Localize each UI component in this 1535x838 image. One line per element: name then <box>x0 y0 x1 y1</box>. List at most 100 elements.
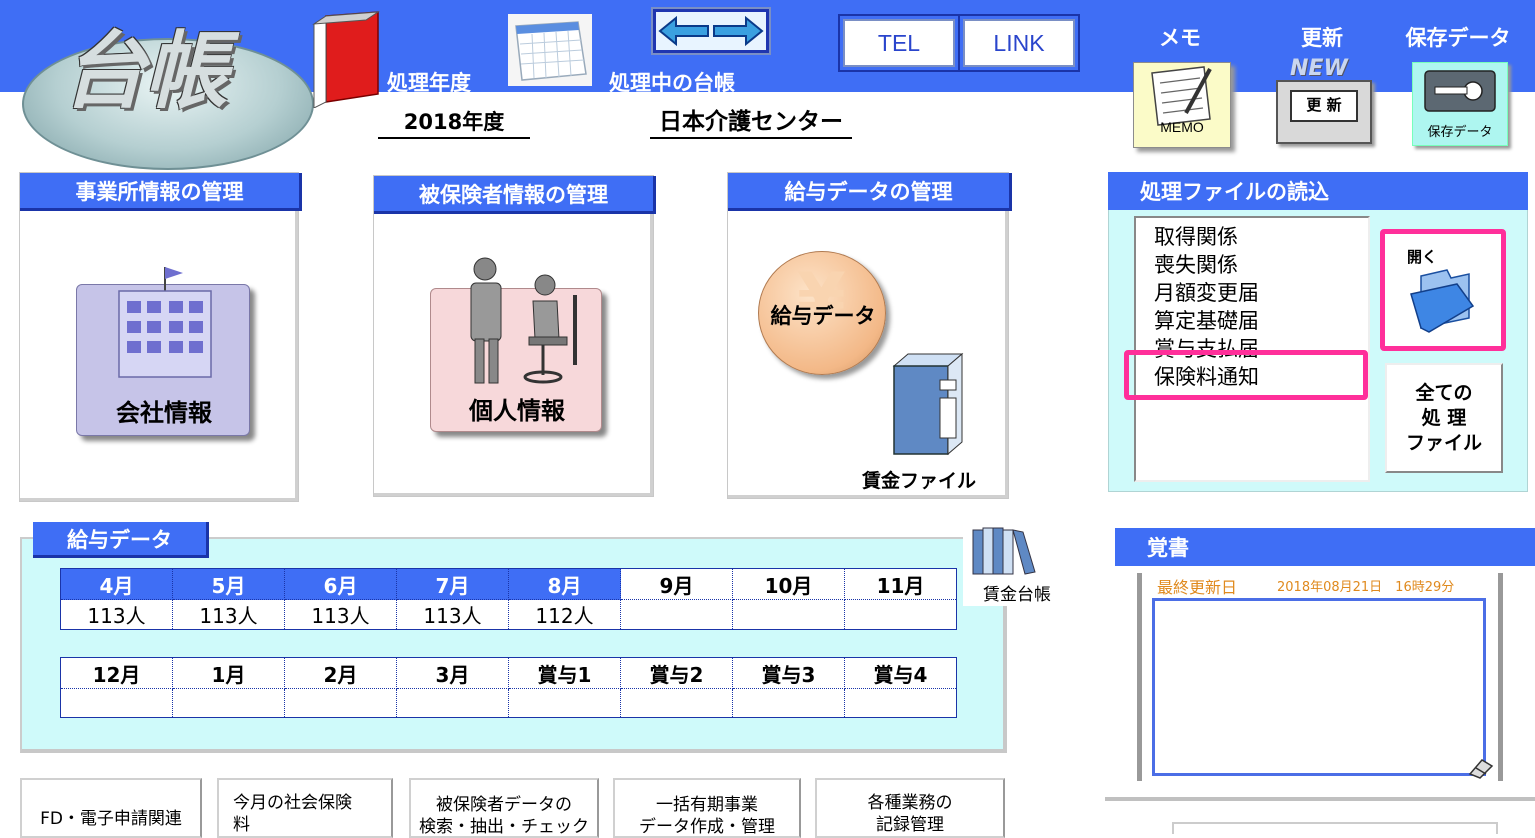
people-icon <box>470 257 577 384</box>
personal-info-button[interactable]: 個人情報 <box>430 257 602 432</box>
office-panel-title: 事業所情報の管理 <box>20 173 302 211</box>
insured-data-search-button[interactable]: 被保険者データの 検索・抽出・チェック <box>409 778 599 838</box>
all-files-label-line3: ファイル <box>1405 431 1482 454</box>
company-info-label: 会社情報 <box>116 399 212 427</box>
count-cell <box>284 688 397 718</box>
read-files-title: 処理ファイルの読込 <box>1108 172 1528 210</box>
list-item[interactable]: 喪失関係 <box>1154 251 1368 279</box>
month-cell[interactable]: 賞与2 <box>620 657 733 689</box>
work-records-button[interactable]: 各種業務の 記録管理 <box>815 778 1005 838</box>
wage-ledger-button[interactable]: 賃金台帳 <box>963 524 1063 606</box>
month-cell[interactable]: 11月 <box>844 568 957 600</box>
save-tool-label: 保存データ <box>1405 26 1511 50</box>
personal-info-label: 個人情報 <box>469 397 565 425</box>
tel-button-label: TEL <box>843 19 955 67</box>
bottom-button-label: 各種業務の <box>867 793 953 813</box>
save-data-button[interactable]: 保存データ <box>1412 62 1508 146</box>
count-cell: 113人 <box>284 599 397 630</box>
current-ledger-value: 日本介護センター <box>650 102 852 139</box>
count-cell: 113人 <box>172 599 285 630</box>
lower-panel-edge <box>1172 822 1498 834</box>
month-cell[interactable]: 2月 <box>284 657 397 689</box>
bottom-button-label: 今月の社会保険 <box>233 793 352 813</box>
file-type-list[interactable]: 取得関係 喪失関係 月額変更届 算定基礎届 賞与支払届 保険料通知 <box>1134 216 1370 482</box>
open-button-label: 開く <box>1407 248 1438 266</box>
month-cell[interactable]: 9月 <box>620 568 733 600</box>
count-cell <box>60 688 173 718</box>
update-icon: 更 新 <box>1276 80 1372 144</box>
month-cell[interactable]: 賞与1 <box>508 657 621 689</box>
bulk-fixed-term-project-button[interactable]: 一括有期事業 データ作成・管理 <box>613 778 801 838</box>
memo-tool-label: メモ <box>1159 26 1201 50</box>
ledger-label: 処理中の台帳 <box>609 71 735 95</box>
month-cell[interactable]: 10月 <box>732 568 845 600</box>
update-button[interactable]: NEW 更 新 <box>1274 56 1374 148</box>
bottom-button-label: FD・電子申請関連 <box>40 809 182 829</box>
list-item[interactable]: 取得関係 <box>1154 223 1368 251</box>
processing-year-value: 2018年度 <box>378 106 530 139</box>
salary-data-title: 給与データ <box>33 522 209 558</box>
last-update-label: 最終更新日 <box>1157 578 1238 597</box>
count-cell <box>620 599 733 630</box>
count-cell <box>508 688 621 718</box>
bottom-button-label: 検索・抽出・チェック <box>419 817 589 837</box>
app-logo: 台帳 <box>62 21 228 120</box>
month-cell[interactable]: 5月 <box>172 568 285 600</box>
last-update-value: 2018年08月21日 16時29分 <box>1277 580 1455 595</box>
switch-ledger-button[interactable] <box>651 7 771 55</box>
monthly-social-insurance-button[interactable]: 今月の社会保険 料 <box>217 778 393 838</box>
month-cell[interactable]: 賞与4 <box>844 657 957 689</box>
divider <box>1105 797 1535 801</box>
month-cell[interactable]: 1月 <box>172 657 285 689</box>
count-cell <box>172 688 285 718</box>
salary-data-label: 給与データ <box>770 304 876 328</box>
month-cell[interactable]: 4月 <box>60 568 173 600</box>
memo-title: 覚書 <box>1115 528 1535 566</box>
all-files-button[interactable]: 全ての 処 理 ファイル <box>1385 363 1503 473</box>
month-table-row1: 4月 5月 6月 7月 8月 9月 10月 11月 113人 113人 113人… <box>60 568 957 630</box>
month-cell[interactable]: 賞与3 <box>732 657 845 689</box>
wage-file-label: 賃金ファイル <box>862 470 977 492</box>
count-cell <box>396 688 509 718</box>
bottom-button-label: 記録管理 <box>876 815 944 835</box>
fd-e-application-button[interactable]: FD・電子申請関連 <box>20 778 202 838</box>
month-cell[interactable]: 3月 <box>396 657 509 689</box>
month-cell[interactable]: 6月 <box>284 568 397 600</box>
eraser-icon[interactable] <box>1466 756 1494 780</box>
month-cell[interactable]: 7月 <box>396 568 509 600</box>
wage-file-icon[interactable] <box>892 352 964 456</box>
update-icon-text: 更 新 <box>1290 90 1358 122</box>
bottom-button-label: 料 <box>233 815 250 835</box>
count-cell: 113人 <box>396 599 509 630</box>
month-cell[interactable]: 8月 <box>508 568 621 600</box>
company-info-button[interactable]: 会社情報 <box>76 267 250 436</box>
month-cell[interactable]: 12月 <box>60 657 173 689</box>
books-icon <box>972 527 1036 575</box>
memo-textarea[interactable] <box>1152 598 1486 776</box>
bottom-button-label: 一括有期事業 <box>656 795 758 815</box>
memo-button[interactable]: MEMO <box>1133 62 1231 148</box>
salary-data-button[interactable]: ¥ 給与データ <box>758 251 886 375</box>
list-item[interactable]: 算定基礎届 <box>1154 307 1368 335</box>
wage-ledger-label: 賃金台帳 <box>983 585 1051 605</box>
link-button[interactable]: LINK <box>958 14 1080 72</box>
count-cell <box>732 599 845 630</box>
building-icon <box>118 267 212 378</box>
save-icon-text: 保存データ <box>1427 125 1493 140</box>
count-cell: 112人 <box>508 599 621 630</box>
month-table-row2: 12月 1月 2月 3月 賞与1 賞与2 賞与3 賞与4 <box>60 657 957 718</box>
tel-button[interactable]: TEL <box>838 14 960 72</box>
folder-open-icon <box>1410 269 1475 333</box>
count-cell <box>844 688 957 718</box>
calendar-icon[interactable] <box>508 14 592 86</box>
open-button[interactable]: 開く <box>1380 229 1506 351</box>
count-cell <box>620 688 733 718</box>
selected-file-highlight <box>1124 350 1368 400</box>
list-item[interactable]: 月額変更届 <box>1154 279 1368 307</box>
bottom-button-label: データ作成・管理 <box>639 817 775 837</box>
link-button-label: LINK <box>963 19 1075 67</box>
binder-icon <box>312 11 380 108</box>
count-cell <box>844 599 957 630</box>
bottom-button-label: 被保険者データの <box>436 795 572 815</box>
count-cell: 113人 <box>60 599 173 630</box>
